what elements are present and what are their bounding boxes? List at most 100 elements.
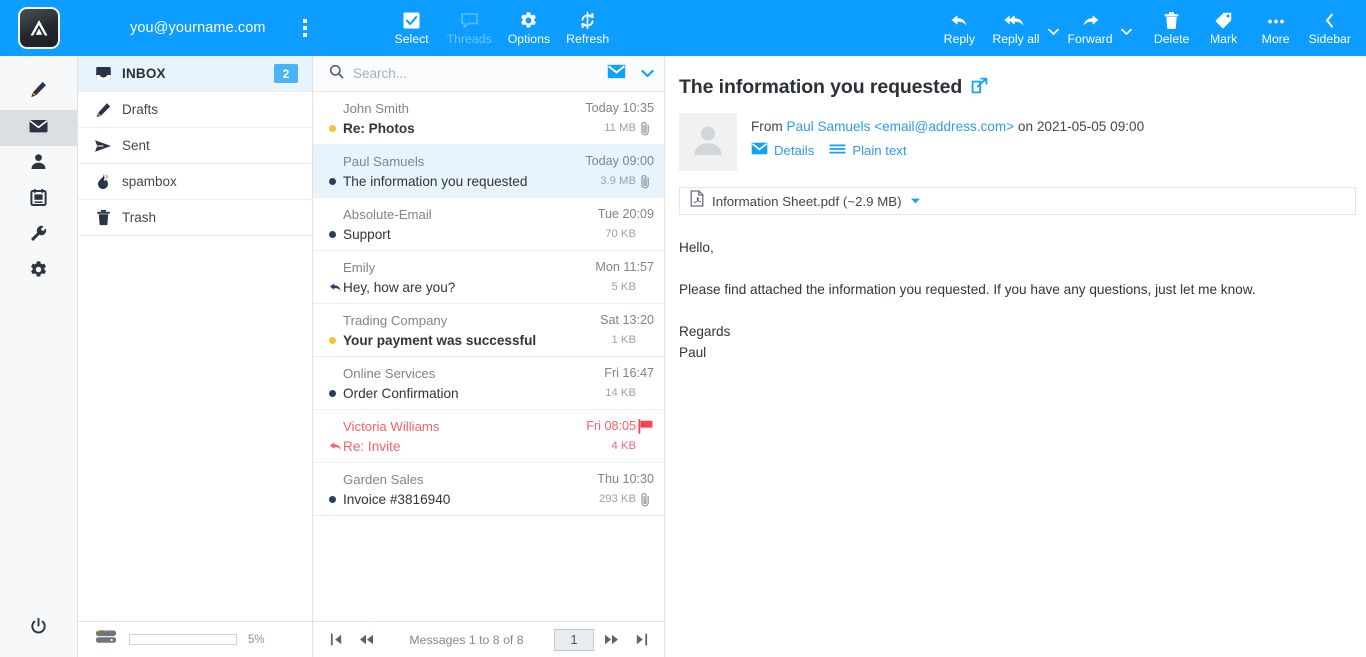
- message-sender: Victoria Williams: [343, 418, 440, 434]
- options-button[interactable]: Options: [501, 2, 557, 54]
- kebab-menu-icon[interactable]: [294, 13, 316, 43]
- rail-item-contacts[interactable]: [0, 146, 77, 182]
- options-label: Options: [507, 31, 551, 46]
- forward-caret-icon[interactable]: [1120, 2, 1134, 54]
- plain-text-toggle[interactable]: Plain text: [829, 142, 907, 158]
- folder-item-inbox[interactable]: INBOX 2: [78, 56, 312, 92]
- read-dot-icon: [329, 177, 343, 185]
- rail-item-compose[interactable]: [0, 74, 77, 110]
- logout-button[interactable]: [0, 601, 77, 657]
- threads-button[interactable]: Threads: [440, 2, 499, 54]
- flag-icon[interactable]: [636, 418, 654, 434]
- select-button[interactable]: Select: [386, 2, 438, 54]
- trash-icon: [94, 209, 112, 226]
- folder-label: INBOX: [122, 66, 166, 81]
- envelope-filled-icon[interactable]: [607, 64, 626, 84]
- message-date: Sat 13:20: [600, 313, 654, 327]
- folder-item-drafts[interactable]: Drafts: [78, 92, 312, 128]
- details-toggle[interactable]: Details: [751, 142, 814, 158]
- table-row[interactable]: Paul Samuels Today 09:00 The information…: [313, 145, 664, 198]
- page-last-icon[interactable]: [628, 628, 654, 652]
- sidebar-toggle-button[interactable]: Sidebar: [1302, 2, 1358, 54]
- lines-icon: [829, 143, 846, 158]
- table-row[interactable]: Victoria Williams Fri 08:05 Re: Invite 4…: [313, 410, 664, 463]
- page-prev-icon[interactable]: [353, 628, 379, 652]
- message-size: 14 KB: [605, 387, 636, 399]
- details-label: Details: [774, 142, 815, 158]
- message-subject: Invoice #3816940: [343, 491, 451, 507]
- attachment-clip-icon: [636, 174, 654, 189]
- folder-item-spambox[interactable]: spambox: [78, 164, 312, 200]
- refresh-label: Refresh: [566, 31, 610, 46]
- forward-button[interactable]: Forward: [1061, 2, 1120, 54]
- folder-label: Sent: [122, 138, 150, 153]
- open-in-new-window-icon[interactable]: [971, 77, 988, 99]
- threads-label: Threads: [446, 31, 492, 46]
- delete-button[interactable]: Delete: [1146, 2, 1198, 54]
- attachment-clip-icon: [636, 121, 654, 136]
- message-size: 4 KB: [611, 440, 637, 452]
- table-row[interactable]: Trading Company Sat 13:20 Your payment w…: [313, 304, 664, 357]
- message-sender: Garden Sales: [343, 471, 424, 487]
- folder-label: Drafts: [122, 102, 159, 117]
- pdf-file-icon: [690, 190, 704, 212]
- chevron-down-icon[interactable]: [641, 65, 654, 83]
- search-input[interactable]: [353, 66, 598, 81]
- reply-button[interactable]: Reply: [933, 2, 985, 54]
- reply-all-caret-icon[interactable]: [1047, 2, 1061, 54]
- message-date: Fri 08:05: [586, 419, 636, 433]
- folder-item-sent[interactable]: Sent: [78, 128, 312, 164]
- table-row[interactable]: Online Services Fri 16:47 Order Confirma…: [313, 357, 664, 410]
- message-date: Mon 11:57: [595, 260, 654, 274]
- message-date: Tue 20:09: [597, 207, 654, 221]
- folder-item-trash[interactable]: Trash: [78, 200, 312, 236]
- table-row[interactable]: Garden Sales Thu 10:30 Invoice #3816940 …: [313, 463, 664, 516]
- refresh-button[interactable]: Refresh: [559, 2, 616, 54]
- folder-label: Trash: [122, 210, 157, 225]
- page-first-icon[interactable]: [323, 628, 349, 652]
- rail-spacer: [0, 290, 77, 601]
- mark-button[interactable]: Mark: [1198, 2, 1250, 54]
- message-date: Today 10:35: [585, 101, 654, 115]
- page-next-icon[interactable]: [598, 628, 624, 652]
- mark-label: Mark: [1209, 31, 1238, 46]
- email-client-window: you@yourname.com Select Threads Options: [0, 0, 1366, 657]
- rail-item-tools[interactable]: [0, 218, 77, 254]
- checkbox-checked-icon: [402, 11, 421, 30]
- table-row[interactable]: John Smith Today 10:35 Re: Photos 11 MB: [313, 92, 664, 145]
- forward-label: Forward: [1067, 31, 1113, 46]
- rail-item-mail[interactable]: [0, 110, 77, 146]
- replied-arrow-icon: [329, 441, 343, 452]
- rail-item-tasks[interactable]: [0, 182, 77, 218]
- table-row[interactable]: Emily Mon 11:57 Hey, how are you? 5 KB: [313, 251, 664, 304]
- message-size: 11 MB: [604, 122, 636, 134]
- message-date: Fri 16:47: [604, 366, 654, 380]
- wrench-icon: [29, 224, 48, 248]
- trash-icon: [1163, 11, 1180, 30]
- body-greeting: Hello,: [679, 240, 714, 255]
- message-body: Hello, Please find attached the informat…: [665, 215, 1366, 384]
- app-logo: [0, 7, 78, 49]
- reply-arrow-icon: [949, 11, 970, 30]
- main-body: INBOX 2 Drafts Sent spambox Trash 5% Sea…: [0, 56, 1366, 657]
- search-bar: [313, 56, 664, 92]
- message-size: 293 KB: [598, 493, 636, 505]
- page-number-input[interactable]: [554, 628, 594, 651]
- folder-list: INBOX 2 Drafts Sent spambox Trash: [78, 56, 312, 621]
- more-button[interactable]: More: [1250, 2, 1302, 54]
- caret-down-icon[interactable]: [910, 192, 921, 210]
- reply-all-button[interactable]: Reply all: [985, 2, 1046, 54]
- message-sender: Online Services: [343, 365, 436, 381]
- message-date: Thu 10:30: [597, 472, 654, 486]
- rail-item-settings[interactable]: [0, 254, 77, 290]
- disk-icon: [94, 629, 118, 650]
- unread-dot-icon: [329, 124, 343, 132]
- message-subject: Hey, how are you?: [343, 279, 456, 295]
- reply-all-label: Reply all: [992, 31, 1040, 46]
- plain-text-label: Plain text: [852, 142, 907, 158]
- table-row[interactable]: Absolute-Email Tue 20:09 Support 70 KB: [313, 198, 664, 251]
- attachment-bar[interactable]: Information Sheet.pdf (~2.9 MB): [679, 187, 1356, 215]
- sender-address-link[interactable]: Paul Samuels <email@address.com>: [787, 119, 1015, 134]
- search-icon: [329, 64, 344, 84]
- inbox-icon: [94, 66, 112, 81]
